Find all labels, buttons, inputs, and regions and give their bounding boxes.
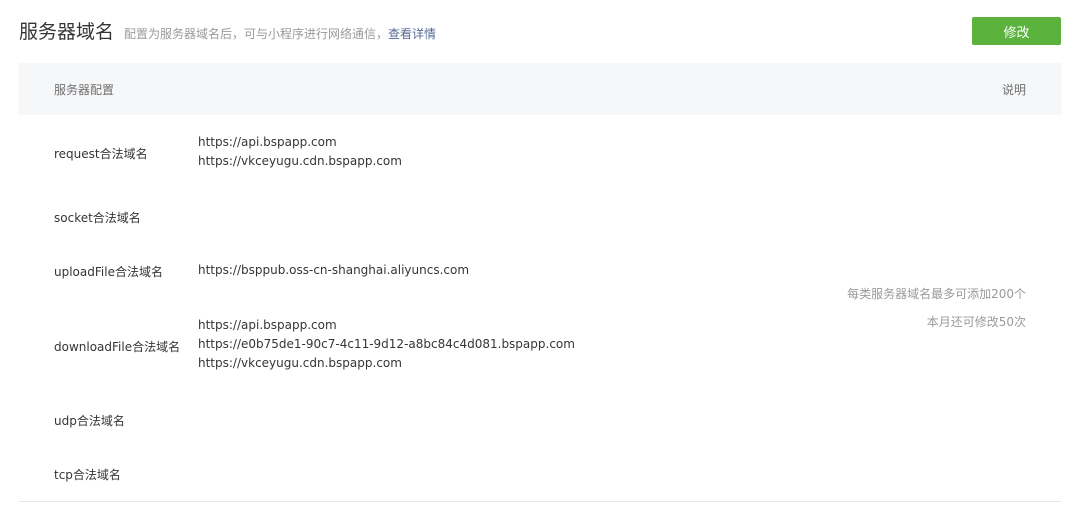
section-header: 服务器域名 配置为服务器域名后，可与小程序进行网络通信，查看详情 修改 xyxy=(19,16,1061,50)
server-domain-table: 服务器配置 说明 request合法域名 https://api.bspapp.… xyxy=(19,63,1061,502)
description-text: 配置为服务器域名后，可与小程序进行网络通信， xyxy=(124,27,389,41)
domain-value: https://vkceyugu.cdn.bspapp.com xyxy=(198,154,402,168)
edit-button[interactable]: 修改 xyxy=(972,17,1061,45)
row-label-request: request合法域名 xyxy=(54,147,148,161)
row-values-downloadfile: https://api.bspapp.com https://e0b75de1-… xyxy=(198,316,575,373)
column-header-description: 说明 xyxy=(1001,83,1026,97)
row-label-uploadfile: uploadFile合法域名 xyxy=(54,265,163,279)
row-label-downloadfile: downloadFile合法域名 xyxy=(54,340,181,354)
row-values-uploadfile: https://bsppub.oss-cn-shanghai.aliyuncs.… xyxy=(198,261,469,280)
section-description: 配置为服务器域名后，可与小程序进行网络通信，查看详情 xyxy=(124,26,436,42)
row-label-udp: udp合法域名 xyxy=(54,414,125,428)
domain-value: https://bsppub.oss-cn-shanghai.aliyuncs.… xyxy=(198,263,470,277)
notes: 每类服务器域名最多可添加200个 本月还可修改50次 xyxy=(847,280,1026,336)
table-header: 服务器配置 说明 xyxy=(19,63,1061,115)
row-label-socket: socket合法域名 xyxy=(54,211,141,225)
view-details-link[interactable]: 查看详情 xyxy=(388,27,436,41)
domain-value: https://api.bspapp.com xyxy=(198,135,337,149)
column-header-config: 服务器配置 xyxy=(54,83,115,97)
row-label-tcp: tcp合法域名 xyxy=(54,468,121,482)
row-values-request: https://api.bspapp.com https://vkceyugu.… xyxy=(198,133,402,171)
note-monthly-changes: 本月还可修改50次 xyxy=(926,315,1026,329)
page-title: 服务器域名 xyxy=(19,21,115,43)
domain-value: https://api.bspapp.com xyxy=(198,318,337,332)
domain-value: https://e0b75de1-90c7-4c11-9d12-a8bc84c4… xyxy=(198,337,575,351)
table-bottom-divider xyxy=(19,501,1061,502)
note-domain-limit: 每类服务器域名最多可添加200个 xyxy=(847,287,1026,301)
domain-value: https://vkceyugu.cdn.bspapp.com xyxy=(198,356,402,370)
